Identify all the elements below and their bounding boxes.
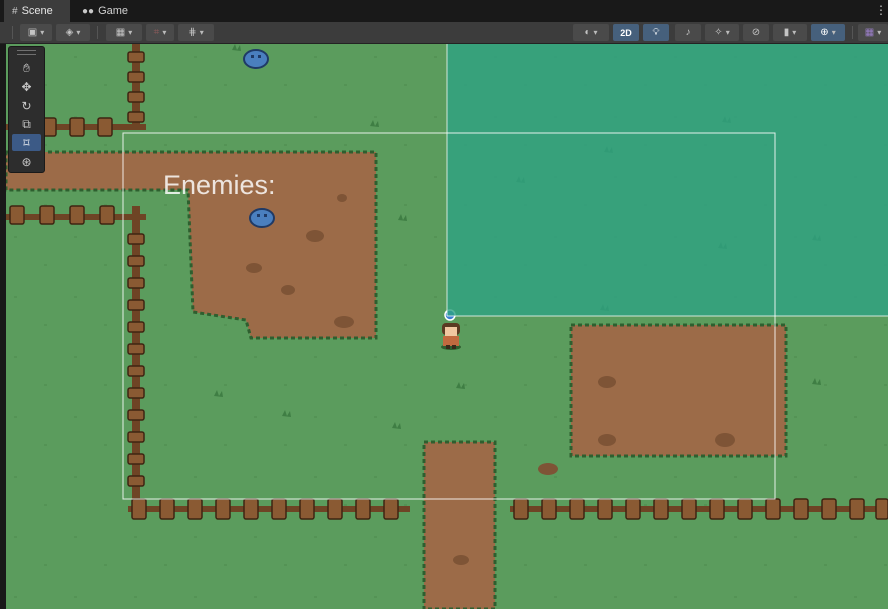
tilemap-canvas bbox=[6, 44, 888, 609]
slime-enemy-top bbox=[243, 49, 269, 69]
enemies-text[interactable]: Enemies: bbox=[163, 170, 276, 201]
lightbulb-icon: 💡︎ bbox=[652, 27, 660, 38]
scale-tool-button[interactable]: ⧉ bbox=[12, 116, 41, 133]
toolbar-divider bbox=[97, 26, 98, 39]
global-local-dropdown[interactable]: ◈ bbox=[56, 24, 90, 41]
hidden-objects-toggle[interactable]: ⊘ bbox=[743, 24, 769, 41]
audio-icon: ♪ bbox=[685, 27, 691, 38]
effects-dropdown[interactable]: ✧ bbox=[705, 24, 739, 41]
cube-icon: ◈ bbox=[65, 27, 74, 38]
grid-snap-icon: ▦ bbox=[115, 27, 126, 38]
shading-mode-dropdown[interactable]: ◐ bbox=[573, 24, 609, 41]
gizmo-icon: ⊕ bbox=[820, 27, 829, 38]
grid-visibility-dropdown[interactable]: ⋕ bbox=[178, 24, 214, 41]
increment-snap-dropdown[interactable]: ⌗ bbox=[146, 24, 174, 41]
grid-lines-icon: ⋕ bbox=[188, 27, 197, 38]
overlay-icon: ▦ bbox=[864, 27, 875, 38]
tab-game-label: Game bbox=[98, 5, 129, 17]
eye-slash-icon: ⊘ bbox=[751, 27, 761, 38]
hand-tool-button[interactable]: ✋︎ bbox=[12, 60, 41, 77]
toolbar-divider bbox=[12, 26, 13, 39]
transform-tool-button[interactable]: ⊛ bbox=[12, 153, 41, 170]
snap-icon: ⌗ bbox=[153, 27, 160, 38]
scale-icon: ⧉ bbox=[22, 117, 31, 131]
tab-game[interactable]: ●● Game bbox=[74, 0, 134, 22]
draw-mode-icon: ▣ bbox=[27, 27, 38, 38]
tab-scene[interactable]: # Scene bbox=[4, 0, 70, 22]
shading-icon: ◐ bbox=[584, 27, 591, 38]
audio-toggle-button[interactable]: ♪ bbox=[675, 24, 701, 41]
grid-snap-dropdown[interactable]: ▦ bbox=[106, 24, 142, 41]
editor-tab-bar: # Scene ●● Game ⋮ bbox=[0, 0, 888, 22]
scene-viewport[interactable]: Enemies: bbox=[6, 44, 888, 609]
gamepad-icon: ●● bbox=[82, 5, 95, 17]
toggle-2d-button[interactable]: 2D bbox=[613, 24, 639, 41]
rect-transform-icon: ⌑ bbox=[23, 135, 30, 150]
rotate-tool-button[interactable]: ↻ bbox=[12, 97, 41, 114]
dirt-path-bottom bbox=[422, 440, 497, 609]
more-options-icon[interactable]: ⋮ bbox=[875, 3, 887, 17]
slime-enemy-middle bbox=[249, 208, 275, 228]
camera-preview-overlay bbox=[447, 44, 888, 316]
hand-icon: ✋︎ bbox=[23, 61, 30, 75]
lighting-toggle-button[interactable]: 💡︎ bbox=[643, 24, 669, 41]
toggle-2d-label: 2D bbox=[620, 27, 632, 38]
scene-toolbar: ▣ ◈ ▦ ⌗ ⋕ ◐ 2D 💡︎ ♪ ✧ ⊘ ▮ ⊕ ▦ bbox=[0, 22, 888, 44]
camera-icon: ▮ bbox=[783, 27, 790, 38]
tools-overlay-panel: ✋︎ ✥ ↻ ⧉ ⌑ ⊛ bbox=[8, 46, 45, 173]
move-arrows-icon: ✥ bbox=[21, 79, 32, 94]
draw-mode-dropdown[interactable]: ▣ bbox=[20, 24, 52, 41]
move-tool-button[interactable]: ✥ bbox=[12, 78, 41, 95]
rect-tool-button[interactable]: ⌑ bbox=[12, 134, 41, 151]
toolbar-divider bbox=[852, 26, 853, 39]
tab-scene-label: Scene bbox=[21, 5, 53, 17]
camera-settings-dropdown[interactable]: ▮ bbox=[773, 24, 807, 41]
gizmos-dropdown[interactable]: ⊕ bbox=[811, 24, 845, 41]
overlay-menu-dropdown[interactable]: ▦ bbox=[858, 24, 888, 41]
panel-grip-icon[interactable] bbox=[17, 50, 36, 55]
transform-gizmo-icon: ⊛ bbox=[21, 154, 32, 169]
grid-icon: # bbox=[12, 5, 18, 17]
effects-icon: ✧ bbox=[714, 27, 723, 38]
rotate-icon: ↻ bbox=[21, 98, 32, 113]
